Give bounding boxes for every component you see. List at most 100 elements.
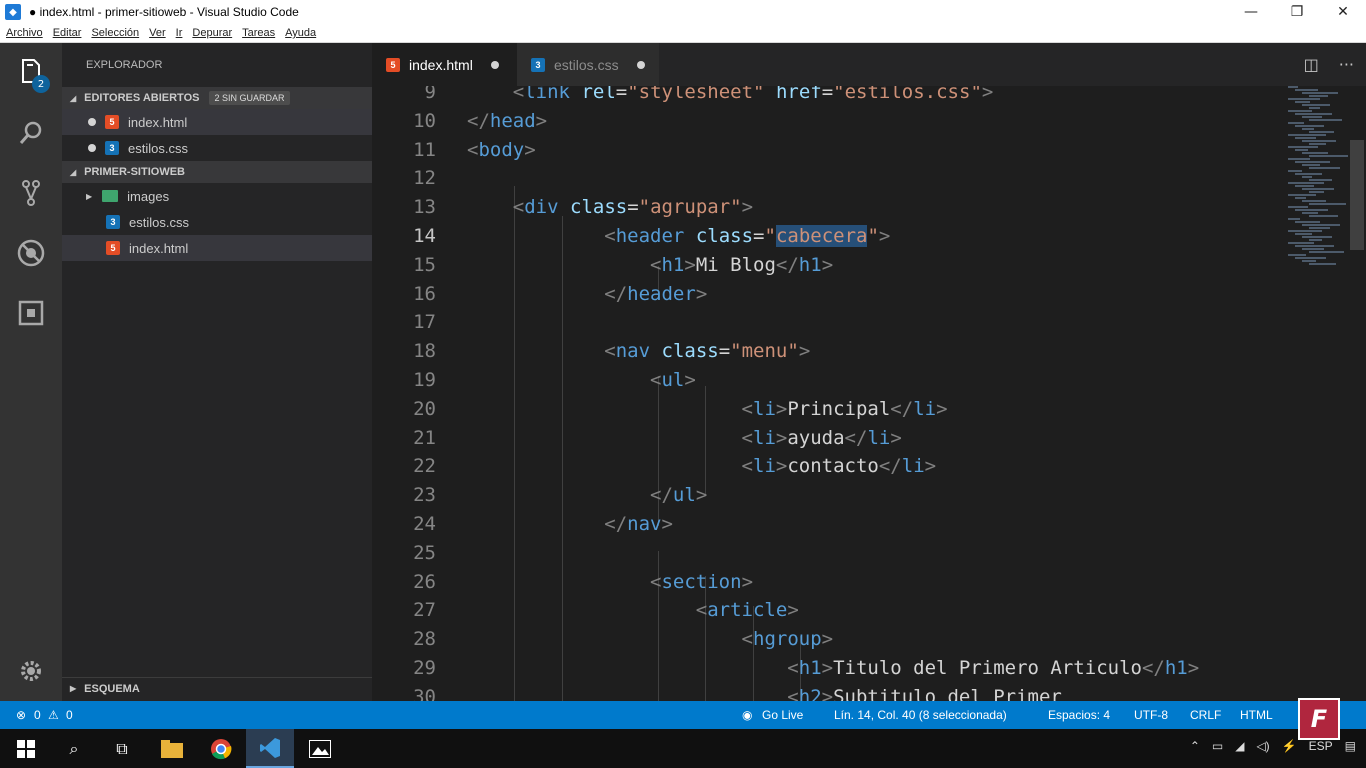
unsaved-dot-icon[interactable] [490,60,499,69]
minimap[interactable] [1280,86,1348,276]
tree-item-images[interactable]: ▶ images [62,183,372,209]
code-line[interactable]: 24 </nav> [372,510,1282,539]
code-line[interactable]: 25 [372,539,1282,568]
code-line[interactable]: 15 <h1>Mi Blog</h1> [372,251,1282,280]
minimap-line [1295,149,1308,151]
code-line[interactable]: 10 </head> [372,107,1282,136]
wifi-icon[interactable]: ◢ [1235,739,1244,753]
minimap-line [1302,260,1316,262]
tree-item-estilos[interactable]: 3 estilos.css [62,209,372,235]
warning-count[interactable]: 0 [66,708,73,722]
indentation[interactable]: Espacios: 4 [1048,708,1110,722]
file-explorer-icon[interactable] [148,729,196,768]
line-code: <h1>Mi Blog</h1> [650,253,834,276]
open-editor-item-estilos[interactable]: 3 estilos.css [62,135,372,161]
language-mode[interactable]: HTML [1240,708,1273,722]
vertical-scrollbar[interactable] [1350,140,1364,250]
go-live-button[interactable]: Go Live [762,708,803,722]
tab-estilos-css[interactable]: 3 estilos.css [517,43,659,86]
menu-depurar[interactable]: Depurar [192,27,232,39]
source-control-icon[interactable] [13,175,49,211]
chevron-right-icon: ▶ [86,191,93,201]
vscode-taskbar-icon[interactable] [246,729,294,768]
code-line[interactable]: 12 [372,164,1282,193]
error-icon[interactable]: ⊗ [16,708,26,722]
tab-index-html[interactable]: 5 index.html [372,43,517,86]
unsaved-dot-icon[interactable] [636,60,645,69]
minimap-line [1295,197,1306,199]
photos-icon[interactable] [296,729,344,768]
window-title: ● index.html - primer-sitioweb - Visual … [29,5,299,19]
line-number: 23 [413,484,436,507]
folder-icon [102,190,119,202]
code-line[interactable]: 22 <li>contacto</li> [372,452,1282,481]
code-line[interactable]: 11 <body> [372,136,1282,165]
task-view-icon[interactable]: ⧉ [98,729,146,768]
code-line[interactable]: 30 <h2>Subtitulo del Primer [372,683,1282,701]
network-icon[interactable]: ▭ [1212,739,1223,753]
code-line[interactable]: 19 <ul> [372,366,1282,395]
chrome-icon[interactable] [197,729,245,768]
menu-tareas[interactable]: Tareas [242,27,275,39]
minimap-line [1295,209,1328,211]
menu-ayuda[interactable]: Ayuda [285,27,316,39]
minimap-line [1295,173,1322,175]
menu-ir[interactable]: Ir [176,27,183,39]
language-indicator[interactable]: ESP [1309,739,1333,753]
code-line[interactable]: 17 [372,308,1282,337]
code-line[interactable]: 18 <nav class="menu"> [372,337,1282,366]
code-editor[interactable]: 9 <link rel="stylesheet" href="estilos.c… [372,86,1366,701]
tree-item-index[interactable]: 5 index.html [62,235,372,261]
unsaved-dot-icon[interactable] [88,144,96,152]
explorer-badge: 2 [32,75,50,93]
notifications-icon[interactable]: ▤ [1345,739,1356,753]
menu-archivo[interactable]: Archivo [6,27,43,39]
more-actions-icon[interactable]: ··· [1339,55,1354,74]
minimap-line [1288,86,1298,88]
search-icon[interactable] [13,115,49,151]
line-number: 30 [413,685,436,701]
end-of-line[interactable]: CRLF [1190,708,1221,722]
code-line[interactable]: 29 <h1>Titulo del Primero Articulo</h1> [372,654,1282,683]
split-editor-icon[interactable]: ◫ [1304,55,1319,74]
minimize-icon[interactable]: — [1228,0,1274,24]
unsaved-dot-icon[interactable] [88,118,96,126]
code-line[interactable]: 13 <div class="agrupar"> [372,193,1282,222]
search-icon[interactable]: ⌕ [50,729,98,768]
restore-icon[interactable]: ❐ [1274,0,1320,24]
code-line[interactable]: 20 <li>Principal</li> [372,395,1282,424]
close-icon[interactable]: ✕ [1320,0,1366,24]
minimap-line [1295,233,1312,235]
error-count[interactable]: 0 [34,708,41,722]
power-icon[interactable]: ⚡ [1282,739,1297,753]
warning-icon[interactable]: ⚠ [48,708,59,722]
outline-header[interactable]: ▶ ESQUEMA [62,677,372,699]
project-header[interactable]: ◢ PRIMER-SITIOWEB [62,161,372,183]
code-line[interactable]: 23 </ul> [372,481,1282,510]
cursor-position[interactable]: Lín. 14, Col. 40 (8 seleccionada) [834,708,1007,722]
windows-start-icon[interactable] [2,729,50,768]
code-line[interactable]: 26 <section> [372,568,1282,597]
extensions-icon[interactable] [13,295,49,331]
chevron-up-icon[interactable]: ⌃ [1190,739,1200,753]
line-number: 27 [413,599,436,622]
code-line[interactable]: 16 </header> [372,280,1282,309]
debug-icon[interactable] [13,235,49,271]
settings-gear-icon[interactable] [13,653,49,689]
code-line[interactable]: 9 <link rel="stylesheet" href="estilos.c… [372,86,1282,107]
code-line[interactable]: 14 <header class="cabecera"> [372,222,1282,251]
open-editor-item-index[interactable]: 5 index.html [62,109,372,135]
tree-item-label: index.html [129,240,189,256]
explorer-title: EXPLORADOR [86,59,163,71]
minimap-line [1309,155,1348,157]
code-line[interactable]: 21 <li>ayuda</li> [372,424,1282,453]
menu-ver[interactable]: Ver [149,27,166,39]
editor-actions: ◫ ··· [1304,55,1354,74]
encoding[interactable]: UTF-8 [1134,708,1168,722]
code-line[interactable]: 27 <article> [372,596,1282,625]
code-line[interactable]: 28 <hgroup> [372,625,1282,654]
open-editors-header[interactable]: ◢ EDITORES ABIERTOS 2 SIN GUARDAR [62,87,372,109]
volume-icon[interactable]: ◁) [1256,739,1269,753]
menu-seleccion[interactable]: Selección [91,27,139,39]
menu-editar[interactable]: Editar [53,27,82,39]
